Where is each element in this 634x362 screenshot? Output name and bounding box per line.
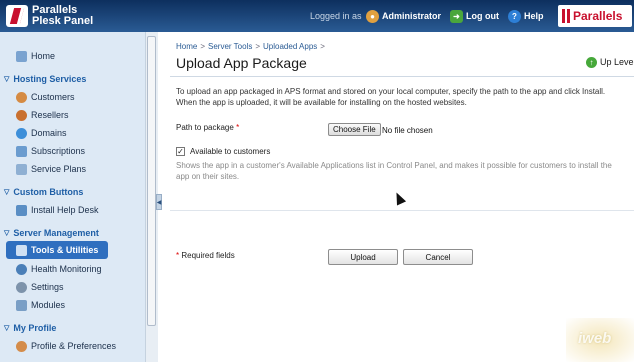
sidebar-group-custom-buttons[interactable]: ▽ Custom Buttons xyxy=(4,185,83,199)
page-description: To upload an app packaged in APS format … xyxy=(176,87,606,107)
breadcrumb-separator: > xyxy=(255,42,261,51)
cancel-button[interactable]: Cancel xyxy=(403,249,473,265)
mouse-cursor-icon xyxy=(391,190,407,206)
chevron-down-icon: ▽ xyxy=(4,325,10,332)
sidebar-group-label: Hosting Services xyxy=(13,74,87,84)
sidebar-item-label: Tools & Utilities xyxy=(31,245,99,255)
choose-file-button[interactable]: Choose File xyxy=(328,123,381,136)
logout-icon: ➜ xyxy=(450,9,463,23)
sidebar-group-my-profile[interactable]: ▽ My Profile xyxy=(4,321,56,335)
required-mark: * xyxy=(176,251,180,260)
top-header: Parallels Plesk Panel Logged in as ● Adm… xyxy=(0,0,634,32)
breadcrumb-separator: > xyxy=(320,42,325,51)
resellers-icon xyxy=(16,109,27,121)
sidebar-item-label: Subscriptions xyxy=(31,146,86,156)
plesk-logo-icon xyxy=(6,5,28,27)
main-content: Home > Server Tools > Uploaded Apps > Upload … xyxy=(162,32,634,362)
user-menu[interactable]: ● Administrator xyxy=(366,8,441,24)
sidebar-group-server-management[interactable]: ▽ Server Management xyxy=(4,226,99,240)
breadcrumb-uploaded-apps[interactable]: Uploaded Apps xyxy=(263,42,317,51)
help-icon: ? xyxy=(508,9,521,23)
chevron-down-icon: ▽ xyxy=(4,76,10,83)
plesk-logo[interactable]: Parallels Plesk Panel xyxy=(6,4,126,28)
page-title: Upload App Package xyxy=(176,55,307,71)
sidebar-group-label: Custom Buttons xyxy=(13,187,84,197)
sidebar-item-label: Customers xyxy=(31,92,75,102)
breadcrumb-server-tools[interactable]: Server Tools xyxy=(208,42,252,51)
sidebar-item-tools-utilities[interactable]: Tools & Utilities xyxy=(16,242,98,258)
available-to-customers-label[interactable]: Available to customers xyxy=(190,147,270,156)
breadcrumb-home[interactable]: Home xyxy=(176,42,197,51)
chevron-down-icon: ▽ xyxy=(4,189,10,196)
profile-icon xyxy=(16,340,27,352)
sidebar-item-modules[interactable]: Modules xyxy=(16,297,65,313)
logout-link[interactable]: ➜ Log out xyxy=(450,8,499,24)
gear-icon xyxy=(16,281,27,293)
modules-icon xyxy=(16,299,27,311)
sidebar-item-label: Domains xyxy=(31,128,67,138)
upload-button[interactable]: Upload xyxy=(328,249,398,265)
tools-icon xyxy=(16,244,27,256)
breadcrumb-separator: > xyxy=(200,42,206,51)
sidebar-item-label: Home xyxy=(31,51,56,61)
parallels-brand-logo[interactable]: Parallels xyxy=(558,5,632,27)
sidebar-item-label: Resellers xyxy=(31,110,69,120)
sidebar-item-health-monitoring[interactable]: Health Monitoring xyxy=(16,261,102,277)
customers-icon xyxy=(16,91,27,103)
sidebar-item-customers[interactable]: Customers xyxy=(16,89,75,105)
help-link[interactable]: ? Help xyxy=(508,8,544,24)
title-divider xyxy=(170,76,634,77)
up-arrow-icon: ↑ xyxy=(586,56,597,68)
sidebar-item-label: Profile & Preferences xyxy=(31,341,117,351)
sidebar-item-resellers[interactable]: Resellers xyxy=(16,107,69,123)
sidebar-item-subscriptions[interactable]: Subscriptions xyxy=(16,143,85,159)
path-label-text: Path to package xyxy=(176,123,234,132)
sidebar-item-label: Install Help Desk xyxy=(31,205,99,215)
parallels-bars-icon xyxy=(562,9,570,23)
sidebar-item-settings[interactable]: Settings xyxy=(16,279,64,295)
sidebar-group-label: Server Management xyxy=(13,228,99,238)
logo-line2: Plesk Panel xyxy=(32,15,94,27)
subscriptions-icon xyxy=(16,145,27,157)
chevron-down-icon: ▽ xyxy=(4,230,10,237)
sidebar-group-hosting-services[interactable]: ▽ Hosting Services xyxy=(4,72,86,86)
sidebar-item-label: Health Monitoring xyxy=(31,264,102,274)
help-label: Help xyxy=(524,11,544,21)
sidebar-item-install-help-desk[interactable]: Install Help Desk xyxy=(16,202,99,218)
help-desk-icon xyxy=(16,204,27,216)
logged-in-label: Logged in as xyxy=(310,11,362,21)
brand-text: Parallels xyxy=(573,9,623,23)
required-mark: * xyxy=(236,123,240,132)
breadcrumb: Home > Server Tools > Uploaded Apps > xyxy=(176,42,328,51)
sidebar-item-home[interactable]: Home xyxy=(16,48,55,64)
service-plans-icon xyxy=(16,163,27,175)
sidebar-item-label: Modules xyxy=(31,300,66,310)
available-help-text: Shows the app in a customer's Available … xyxy=(176,161,612,181)
up-level-label: Up Level xyxy=(600,57,634,67)
sidebar-item-label: Settings xyxy=(31,282,64,292)
sidebar-item-domains[interactable]: Domains xyxy=(16,125,67,141)
globe-icon xyxy=(16,127,27,139)
sidebar-scroll-thumb[interactable] xyxy=(147,36,156,326)
user-icon: ● xyxy=(366,9,379,23)
required-fields-note: * Required fields xyxy=(176,251,235,260)
sidebar-item-profile-preferences[interactable]: Profile & Preferences xyxy=(16,338,116,354)
user-name: Administrator xyxy=(382,11,442,21)
up-level-link[interactable]: ↑ Up Level xyxy=(586,55,634,69)
required-fields-text: Required fields xyxy=(181,251,235,260)
form-divider xyxy=(170,210,634,211)
iweb-watermark: iweb xyxy=(578,330,612,347)
file-status: No file chosen xyxy=(382,126,433,135)
sidebar-item-label: Service Plans xyxy=(31,164,87,174)
available-to-customers-checkbox[interactable]: ✓ xyxy=(176,147,185,156)
sidebar-item-service-plans[interactable]: Service Plans xyxy=(16,161,86,177)
sidebar-group-label: My Profile xyxy=(13,323,57,333)
health-monitoring-icon xyxy=(16,263,27,275)
logout-label: Log out xyxy=(466,11,499,21)
home-icon xyxy=(16,50,27,62)
path-to-package-label: Path to package * xyxy=(176,123,239,132)
